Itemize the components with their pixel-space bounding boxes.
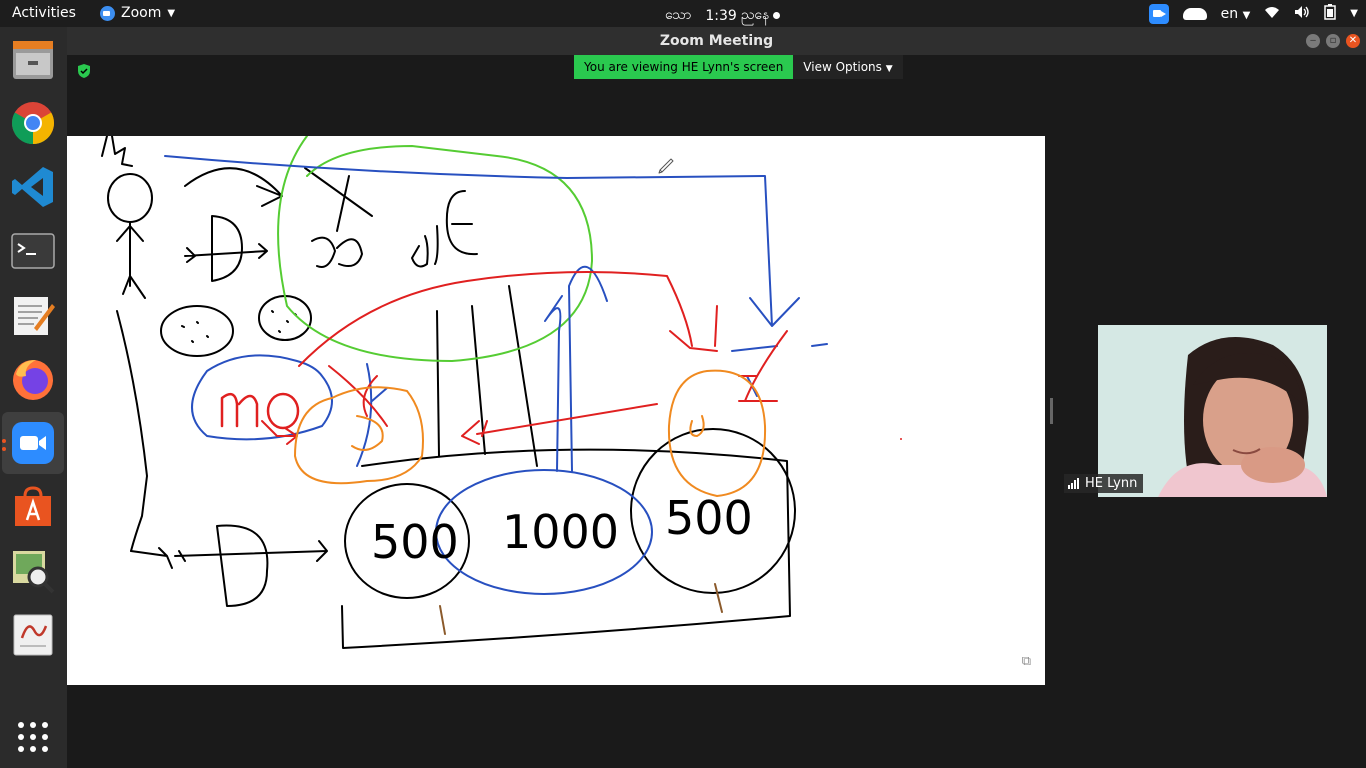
screen-share-banner: You are viewing HE Lynn's screen View Op… [574, 55, 903, 79]
running-indicator [2, 439, 6, 443]
app-menu-label: Zoom [121, 5, 162, 21]
wifi-icon[interactable] [1264, 5, 1280, 23]
minimize-button[interactable]: ‒ [1306, 34, 1320, 48]
pencil-cursor-icon [658, 158, 674, 174]
bottom-arrow [130, 540, 328, 569]
zoom-tray-icon[interactable] [1148, 3, 1169, 24]
chevron-down-icon: ▼ [885, 64, 893, 74]
script-text-3 [445, 190, 478, 256]
orange-blob-left [294, 386, 424, 485]
participant-name-tag: HE Lynn [1064, 474, 1144, 493]
red-z-shape [738, 330, 788, 402]
zoom-app-icon [100, 5, 115, 21]
stick-figure-hair [101, 136, 133, 167]
red-letter-o [266, 392, 300, 430]
text-editor-icon[interactable] [10, 292, 56, 338]
dock [0, 27, 67, 768]
circle-dots [181, 310, 297, 343]
meeting-area: You are viewing HE Lynn's screen View Op… [67, 55, 1366, 768]
video-frame [1098, 325, 1327, 497]
script-text-2 [411, 225, 439, 268]
volume-icon[interactable] [1294, 5, 1310, 23]
number-500-left: 500 [371, 515, 459, 569]
security-shield-icon[interactable] [77, 64, 91, 78]
d-symbol-bottom [216, 524, 269, 607]
blue-ellipse [191, 354, 333, 441]
activities-button[interactable]: Activities [12, 5, 76, 21]
left-curve-line [116, 310, 148, 552]
arrow-to-symbol [184, 243, 268, 263]
participant-video[interactable]: HE Lynn [1060, 325, 1366, 497]
image-viewer-icon[interactable] [10, 548, 56, 594]
red-left-arrow [461, 403, 658, 445]
files-icon[interactable] [10, 37, 56, 83]
x-mark [304, 167, 373, 232]
chrome-icon[interactable] [10, 100, 56, 146]
shared-screen[interactable]: 500 1000 500 ⧉ [67, 136, 1045, 685]
d-symbol-top [211, 215, 243, 282]
participant-avatar [1098, 325, 1327, 497]
clock-time: 1:39 [705, 7, 737, 24]
firefox-icon[interactable] [10, 356, 56, 402]
window-title: Zoom Meeting [659, 33, 774, 49]
app-menu[interactable]: Zoom ▼ [100, 5, 175, 21]
system-tray[interactable]: en ▼ ▼ [1148, 3, 1358, 24]
curved-arrow [184, 167, 283, 207]
running-indicator [2, 447, 6, 451]
chevron-down-icon: ▼ [1242, 9, 1251, 21]
number-1000: 1000 [502, 505, 619, 559]
view-options-label: View Options [803, 60, 882, 74]
orange-mark [689, 415, 705, 437]
language-indicator[interactable]: en ▼ [1221, 6, 1251, 22]
maximize-button[interactable]: ▫ [1326, 34, 1340, 48]
red-letter-m [220, 392, 259, 428]
panel-resize-handle[interactable] [1050, 398, 1053, 424]
green-ellipse [277, 136, 593, 362]
top-bar: Activities Zoom ▼ သော 1:39 ညနေ en ▼ ▼ [0, 0, 1366, 27]
vertical-lines [436, 285, 538, 467]
clock-suffix: ညနေ [740, 7, 770, 23]
vscode-icon[interactable] [10, 164, 56, 210]
software-center-icon[interactable] [10, 484, 56, 530]
blue-long-arrow [164, 155, 800, 327]
stick-figure-body [116, 221, 146, 299]
remote-control-icon[interactable]: ⧉ [1022, 654, 1031, 669]
battery-icon[interactable] [1324, 3, 1337, 24]
zoom-icon[interactable] [10, 420, 56, 466]
blue-up-arrows [544, 265, 608, 472]
dotted-circle-2 [258, 295, 312, 341]
viewing-screen-label: You are viewing HE Lynn's screen [574, 55, 794, 79]
system-menu-chevron-icon[interactable]: ▼ [1350, 8, 1358, 19]
participant-name: HE Lynn [1085, 476, 1138, 491]
clock-day: သော [665, 7, 692, 23]
document-viewer-icon[interactable] [10, 612, 56, 658]
stick-figure-head [107, 173, 153, 223]
window-title-bar[interactable]: Zoom Meeting ‒ ▫ ✕ [67, 27, 1366, 55]
clock[interactable]: သော 1:39 ညနေ [665, 5, 781, 26]
red-dot [900, 438, 902, 440]
language-label: en [1220, 5, 1239, 22]
app-grid-icon[interactable] [10, 714, 56, 760]
brown-ticks [439, 583, 723, 635]
close-button[interactable]: ✕ [1346, 34, 1360, 48]
view-options-button[interactable]: View Options ▼ [793, 55, 903, 79]
cloud-icon[interactable] [1182, 7, 1207, 20]
whiteboard-drawing: 500 1000 500 [101, 136, 902, 649]
terminal-icon[interactable] [10, 228, 56, 274]
script-text-1 [311, 236, 363, 268]
blue-dashes [731, 343, 828, 397]
chevron-down-icon: ▼ [167, 7, 176, 19]
notification-dot-icon [773, 12, 781, 19]
number-500-right: 500 [665, 491, 753, 545]
signal-strength-icon [1068, 478, 1079, 489]
dotted-circle-1 [160, 305, 234, 357]
